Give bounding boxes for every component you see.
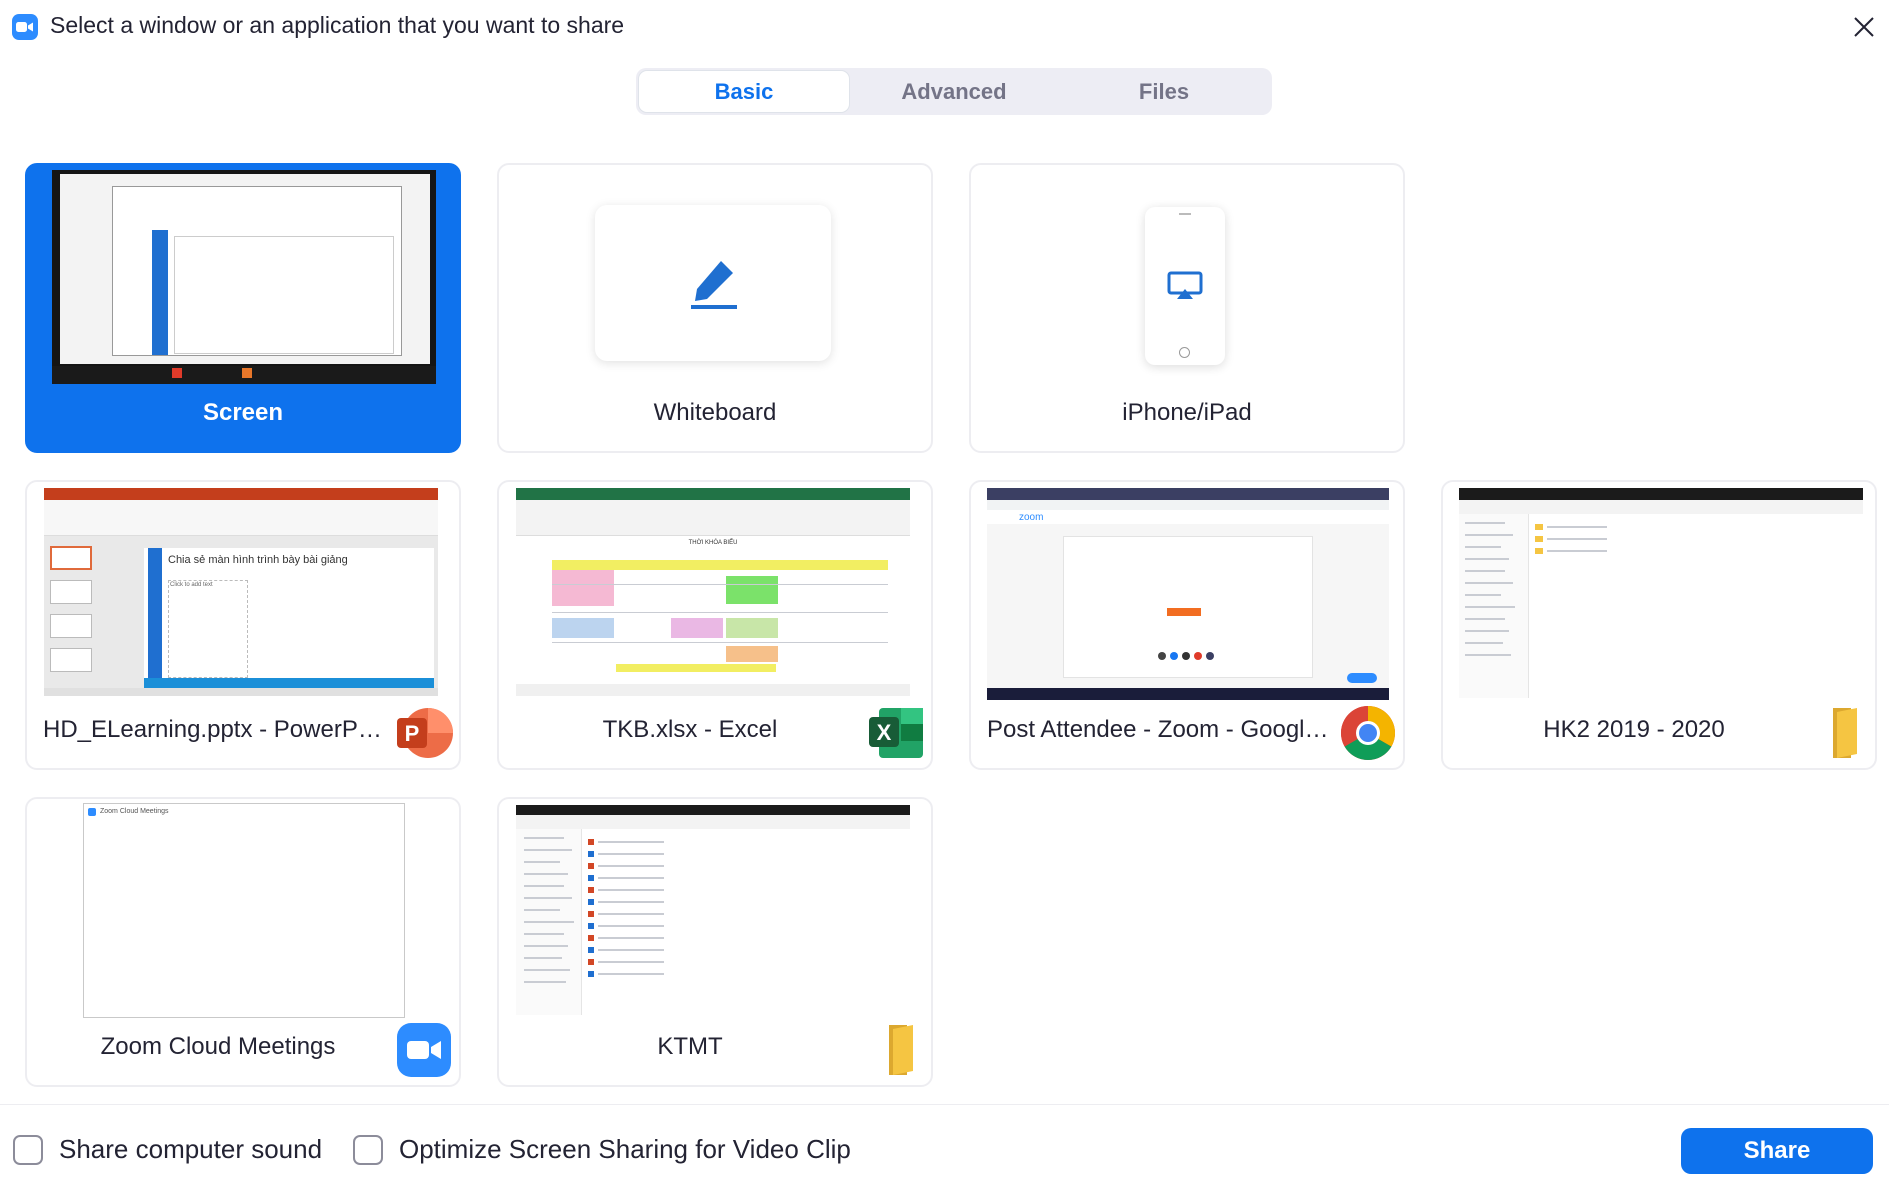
share-card-iphone-ipad[interactable]: iPhone/iPad bbox=[969, 163, 1405, 453]
chrome-icon bbox=[1340, 706, 1396, 761]
zoom-window-thumbnail: Zoom Cloud Meetings bbox=[83, 803, 405, 1018]
card-label: HD_ELearning.pptx - PowerPoint bbox=[43, 716, 389, 743]
share-card-folder-hk2[interactable]: HK2 2019 - 2020 bbox=[1441, 480, 1877, 770]
zoom-brand: zoom bbox=[1019, 512, 1044, 523]
share-tabs: Basic Advanced Files bbox=[636, 68, 1272, 115]
optimize-video-label: Optimize Screen Sharing for Video Clip bbox=[399, 1134, 851, 1164]
share-sound-option[interactable]: Share computer sound bbox=[13, 1134, 322, 1165]
card-label: iPhone/iPad bbox=[1122, 399, 1252, 426]
card-label: Screen bbox=[202, 399, 284, 426]
folder-icon bbox=[1833, 708, 1857, 758]
card-label: KTMT bbox=[657, 1033, 723, 1060]
share-card-folder-ktmt[interactable]: KTMT bbox=[497, 797, 933, 1087]
close-button[interactable] bbox=[1847, 10, 1881, 44]
title-bar: Select a window or an application that y… bbox=[0, 0, 1889, 52]
pen-icon bbox=[691, 261, 737, 309]
airplay-icon bbox=[1167, 271, 1203, 299]
tab-files[interactable]: Files bbox=[1059, 71, 1269, 112]
powerpoint-icon: P bbox=[397, 708, 453, 758]
optimize-video-option[interactable]: Optimize Screen Sharing for Video Clip bbox=[353, 1134, 851, 1165]
share-card-excel[interactable]: THỜI KHÓA BIỂU TKB.xlsx - Excel X bbox=[497, 480, 933, 770]
card-label: TKB.xlsx - Excel bbox=[602, 716, 778, 743]
screen-thumbnail bbox=[52, 170, 436, 384]
dialog-title: Select a window or an application that y… bbox=[50, 12, 625, 38]
powerpoint-thumbnail: Chia sẻ màn hình trình bày bài giảng Cli… bbox=[44, 488, 438, 696]
whiteboard-preview bbox=[595, 205, 831, 361]
excel-icon: X bbox=[869, 708, 923, 758]
share-card-whiteboard[interactable]: Whiteboard bbox=[497, 163, 933, 453]
share-button[interactable]: Share bbox=[1681, 1128, 1873, 1174]
chrome-thumbnail: zoom bbox=[987, 488, 1389, 700]
optimize-video-checkbox[interactable] bbox=[353, 1134, 383, 1165]
share-card-zoom-meetings[interactable]: Zoom Cloud Meetings Zoom Cloud Meetings bbox=[25, 797, 461, 1087]
card-label: HK2 2019 - 2020 bbox=[1543, 716, 1725, 743]
share-screen-dialog: Select a window or an application that y… bbox=[0, 0, 1889, 1177]
zoom-logo-icon bbox=[12, 14, 38, 40]
card-label: Whiteboard bbox=[653, 399, 777, 426]
share-card-chrome[interactable]: zoom Post Attendee - Zoom - Google ... bbox=[969, 480, 1405, 770]
share-card-screen[interactable]: Screen bbox=[25, 163, 461, 453]
share-card-powerpoint[interactable]: Chia sẻ màn hình trình bày bài giảng Cli… bbox=[25, 480, 461, 770]
excel-thumbnail: THỜI KHÓA BIỂU bbox=[516, 488, 910, 700]
footer-divider bbox=[0, 1104, 1889, 1105]
share-sound-label: Share computer sound bbox=[59, 1134, 323, 1164]
window-title: Zoom Cloud Meetings bbox=[100, 808, 169, 815]
share-sound-checkbox[interactable] bbox=[13, 1134, 43, 1165]
zoom-app-icon bbox=[397, 1023, 451, 1077]
svg-text:X: X bbox=[877, 720, 892, 745]
close-icon bbox=[1854, 17, 1874, 37]
slide-title: Chia sẻ màn hình trình bày bài giảng bbox=[168, 554, 348, 566]
tab-advanced[interactable]: Advanced bbox=[849, 71, 1059, 112]
phone-preview bbox=[1145, 207, 1225, 365]
card-label: Post Attendee - Zoom - Google ... bbox=[987, 716, 1333, 743]
ktmt-explorer-thumbnail bbox=[516, 805, 910, 1017]
svg-text:P: P bbox=[405, 721, 420, 746]
explorer-thumbnail bbox=[1459, 488, 1863, 698]
sheet-title: THỜI KHÓA BIỂU bbox=[688, 540, 738, 546]
card-label: Zoom Cloud Meetings bbox=[100, 1033, 336, 1060]
slide-subtitle: Click to add text bbox=[170, 582, 213, 588]
tab-basic[interactable]: Basic bbox=[639, 71, 849, 112]
folder-icon bbox=[889, 1025, 913, 1075]
